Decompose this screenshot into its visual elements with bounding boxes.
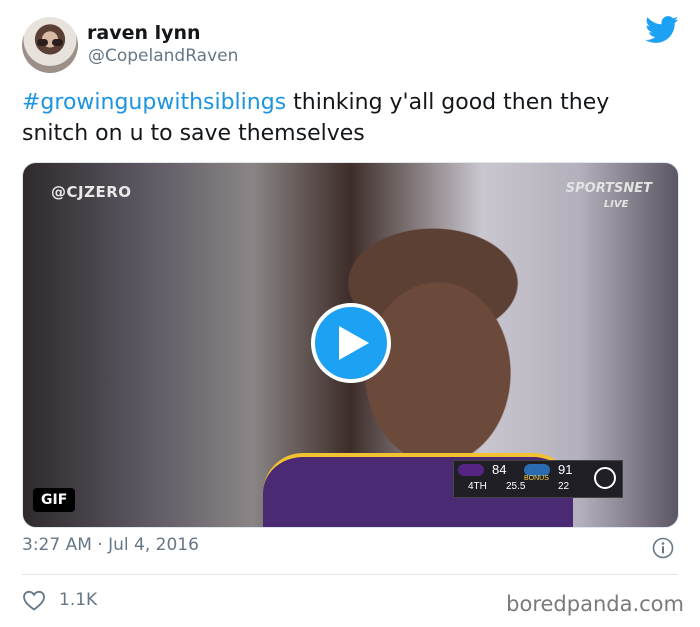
sunglasses-decoration: [37, 39, 65, 46]
tweet-text: #growingupwithsiblings thinking y'all go…: [22, 87, 682, 149]
avatar[interactable]: [22, 17, 78, 73]
media-watermark: @CJZERO: [51, 183, 132, 201]
divider: [22, 574, 678, 575]
team1-logo: [458, 464, 484, 476]
tweet-timestamp[interactable]: 3:27 AM · Jul 4, 2016: [22, 535, 199, 555]
scoreboard: 84 91 BONUS 4TH 25.5 22: [453, 460, 623, 498]
user-handle[interactable]: @CopelandRaven: [88, 46, 238, 66]
source-credit: boredpanda.com: [506, 592, 684, 616]
info-icon[interactable]: [652, 537, 674, 559]
heart-icon: [23, 590, 45, 611]
bonus-indicator: BONUS: [524, 475, 549, 482]
twitter-bird-icon[interactable]: [645, 16, 679, 44]
play-button[interactable]: [311, 303, 391, 383]
team2-score: 91: [558, 462, 573, 477]
game-clock: 25.5: [506, 481, 526, 492]
quarter: 4TH: [468, 481, 487, 492]
network-logo-icon: [594, 467, 616, 489]
broadcaster-logo: SPORTSNET LIVE: [566, 181, 652, 211]
display-name[interactable]: raven lynn: [87, 22, 201, 44]
like-count: 1.1K: [59, 590, 98, 610]
play-icon: [339, 326, 369, 360]
hashtag-link[interactable]: #growingupwithsiblings: [22, 90, 286, 115]
broadcaster-sub: LIVE: [603, 199, 629, 210]
gif-media[interactable]: @CJZERO SPORTSNET LIVE 84 91 BONUS 4TH 2…: [22, 162, 679, 528]
like-button[interactable]: 1.1K: [22, 589, 97, 611]
shot-clock: 22: [558, 481, 570, 492]
gif-badge: GIF: [33, 488, 76, 512]
broadcaster-name: SPORTSNET: [565, 181, 652, 196]
team1-score: 84: [492, 462, 507, 477]
